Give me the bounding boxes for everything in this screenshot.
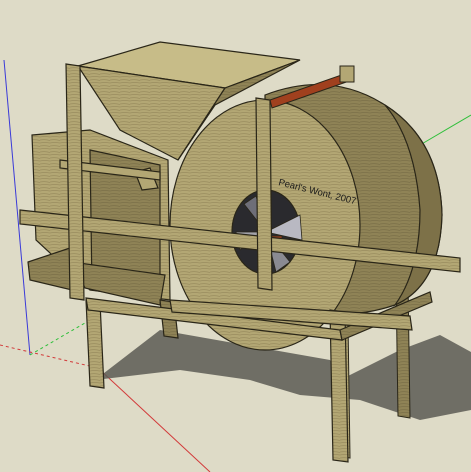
chute-front [27,247,73,291]
blue-axis [3,59,31,356]
green-axis [29,319,91,356]
winnowing-machine-model[interactable]: Pearl's Wont, 2007 [0,0,471,472]
post-left-leg [85,299,105,389]
post-center [255,97,273,291]
red-axis [0,344,99,369]
modeling-viewport[interactable]: Pearl's Wont, 2007 [0,0,471,472]
green-axis-positive [419,114,471,146]
red-axis-positive [97,367,211,472]
